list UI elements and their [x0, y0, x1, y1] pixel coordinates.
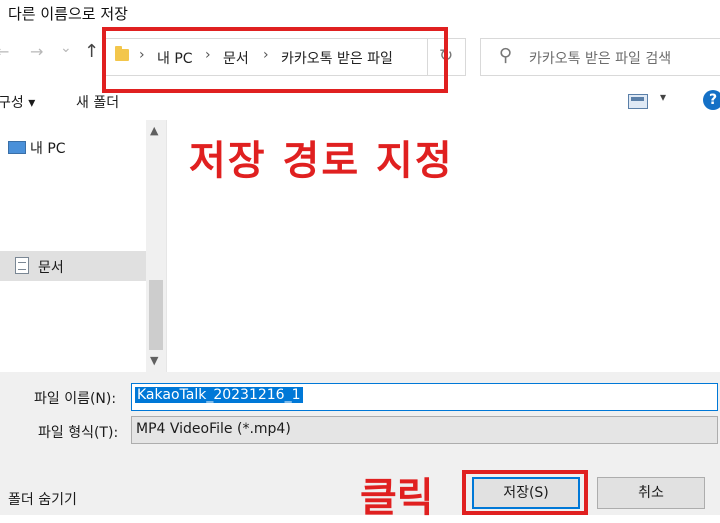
- back-arrow-icon[interactable]: ←: [0, 42, 9, 61]
- search-box[interactable]: ⚲ 카카오톡 받은 파일 검색: [480, 38, 720, 76]
- sidebar-item-label: 문서: [38, 260, 64, 276]
- sidebar-item-label: 내 PC: [30, 141, 66, 157]
- filename-value: KakaoTalk_20231216_1: [135, 387, 303, 403]
- help-icon[interactable]: ?: [703, 90, 720, 110]
- filename-input[interactable]: KakaoTalk_20231216_1: [131, 383, 718, 411]
- navigation-pane-scrollbar[interactable]: ▲ ▼: [146, 120, 166, 372]
- filetype-label: 파일 형식(T):: [38, 425, 119, 441]
- save-highlight-box: [462, 470, 588, 515]
- sidebar-item-my-pc[interactable]: 내 PC: [0, 132, 146, 162]
- file-list-area[interactable]: 저장 경로 지정: [167, 120, 720, 372]
- recent-locations-dropdown-icon[interactable]: ⌄: [60, 40, 72, 56]
- navigation-pane: 내 PC 문서: [0, 120, 167, 372]
- annotation-click: 클릭: [360, 475, 434, 521]
- filename-label: 파일 이름(N):: [34, 391, 117, 407]
- forward-arrow-icon[interactable]: →: [30, 42, 43, 61]
- view-options-icon[interactable]: [628, 94, 648, 109]
- address-highlight-box: [102, 27, 448, 93]
- cancel-button[interactable]: 취소: [597, 477, 705, 509]
- save-form: 파일 이름(N): KakaoTalk_20231216_1 파일 형식(T):…: [0, 372, 720, 447]
- dialog-footer: 폴더 숨기기 클릭 저장(S) 취소: [0, 447, 720, 521]
- scroll-up-icon[interactable]: ▲: [150, 124, 158, 137]
- organize-button[interactable]: 구성 ▾: [0, 92, 35, 112]
- scroll-down-icon[interactable]: ▼: [150, 354, 158, 367]
- pc-icon: [8, 141, 26, 154]
- annotation-save-path: 저장 경로 지정: [189, 138, 454, 184]
- search-icon: ⚲: [499, 45, 513, 66]
- view-dropdown-icon[interactable]: ▾: [660, 90, 666, 104]
- filetype-select[interactable]: MP4 VideoFile (*.mp4): [131, 416, 718, 444]
- window-title: 다른 이름으로 저장: [8, 5, 128, 23]
- new-folder-button[interactable]: 새 폴더: [76, 92, 119, 112]
- search-placeholder: 카카오톡 받은 파일 검색: [529, 51, 672, 67]
- title-bar: 다른 이름으로 저장: [0, 0, 720, 28]
- scrollbar-thumb[interactable]: [149, 280, 163, 350]
- filetype-value: MP4 VideoFile (*.mp4): [136, 421, 291, 437]
- hide-folders-button[interactable]: 폴더 숨기기: [8, 489, 77, 509]
- up-arrow-icon[interactable]: ↑: [84, 41, 99, 62]
- sidebar-item-documents[interactable]: 문서: [0, 251, 146, 281]
- document-icon: [15, 257, 29, 274]
